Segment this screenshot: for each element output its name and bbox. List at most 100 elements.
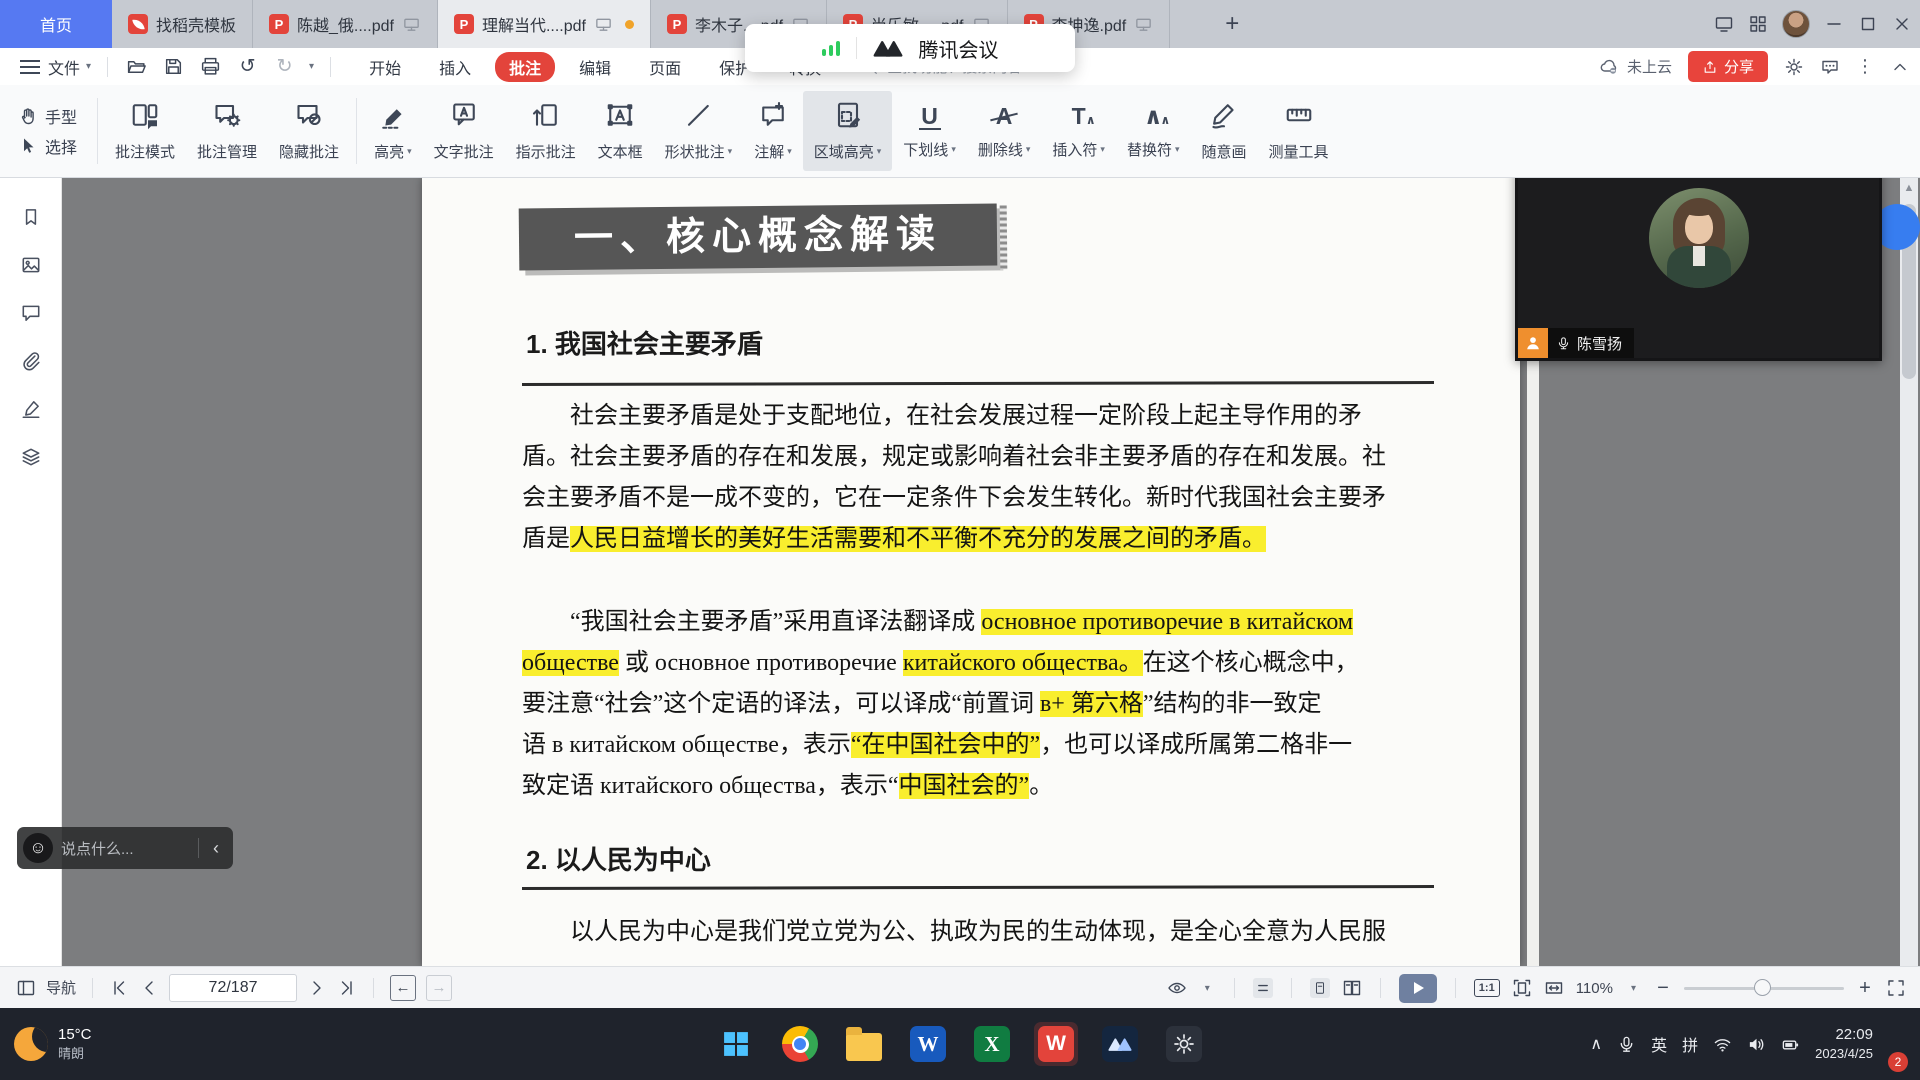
maximize-button[interactable] <box>1858 14 1878 34</box>
tool-hand[interactable]: 手型 <box>18 104 77 128</box>
tab-document[interactable]: P陈越_俄....pdf <box>253 0 438 48</box>
ribbon-item[interactable]: 文字批注 <box>423 91 505 171</box>
vertical-scrollbar[interactable]: ▲ <box>1900 178 1918 966</box>
two-page-icon[interactable] <box>1342 978 1362 998</box>
fit-page-icon[interactable] <box>1512 978 1532 998</box>
comment-icon[interactable] <box>20 302 42 324</box>
prev-page-icon[interactable] <box>139 978 159 998</box>
settings-app-icon[interactable] <box>1162 1022 1206 1066</box>
layers-icon[interactable] <box>20 446 42 468</box>
eye-protect-icon[interactable] <box>1167 978 1187 998</box>
ribbon-item[interactable]: 形状批注▾ <box>654 91 744 171</box>
actual-size-button[interactable]: 1:1 <box>1474 979 1500 997</box>
ribbon-item[interactable]: ∧∧替换符▾ <box>1116 91 1191 171</box>
menu-tab[interactable]: 编辑 <box>565 52 625 82</box>
ribbon-item[interactable]: 区域高亮▾ <box>803 91 893 171</box>
ime-english-indicator[interactable]: 英 <box>1651 1032 1667 1056</box>
collapse-chat-icon[interactable]: ‹ <box>199 838 233 859</box>
navigation-panel-icon[interactable] <box>16 978 36 998</box>
new-tab-button[interactable]: + <box>1212 0 1252 48</box>
clock[interactable]: 22:09 2023/4/25 <box>1815 1025 1873 1063</box>
navigation-label[interactable]: 导航 <box>46 977 76 998</box>
attachment-icon[interactable] <box>20 350 42 372</box>
feedback-bubble-icon[interactable] <box>1820 57 1840 77</box>
last-page-icon[interactable] <box>337 978 357 998</box>
fullscreen-icon[interactable] <box>1886 978 1906 998</box>
menu-tab[interactable]: 开始 <box>355 52 415 82</box>
spread-view-icon[interactable] <box>1253 978 1273 998</box>
save-icon[interactable] <box>163 56 184 77</box>
ribbon-item[interactable]: 隐藏批注 <box>268 91 350 171</box>
wps-icon[interactable]: W <box>1034 1022 1078 1066</box>
play-slideshow-button[interactable] <box>1399 974 1437 1003</box>
collapse-ribbon-icon[interactable] <box>1890 57 1910 77</box>
weather-widget[interactable]: 15°C 晴朗 <box>14 1008 92 1080</box>
ribbon-item[interactable]: A删除线▾ <box>967 91 1042 171</box>
zoom-slider[interactable] <box>1684 987 1844 990</box>
scroll-up-icon[interactable]: ▲ <box>1900 182 1918 194</box>
zoom-level[interactable]: 110% <box>1576 980 1613 997</box>
cloud-sync-status[interactable]: 未上云 <box>1597 56 1672 77</box>
image-icon[interactable] <box>20 254 42 276</box>
menu-tab[interactable]: 页面 <box>635 52 695 82</box>
redo-icon[interactable]: ↻ <box>274 56 295 77</box>
chrome-icon[interactable] <box>778 1022 822 1066</box>
more-options-icon[interactable]: ⋮ <box>1856 56 1874 77</box>
bookmark-icon[interactable] <box>20 206 42 228</box>
back-view-button[interactable]: ← <box>390 975 416 1001</box>
ribbon-item[interactable]: 随意画 <box>1190 91 1257 171</box>
ribbon-item[interactable]: 高亮▾ <box>363 91 423 171</box>
settings-gear-icon[interactable] <box>1784 57 1804 77</box>
chat-placeholder[interactable]: 说点什么... <box>61 838 198 859</box>
ribbon-item[interactable]: 测量工具 <box>1258 91 1340 171</box>
file-explorer-icon[interactable] <box>842 1022 886 1066</box>
hidden-icons-chevron[interactable]: ∧ <box>1590 1034 1602 1054</box>
menu-tab[interactable]: 批注 <box>495 52 555 82</box>
tab-document[interactable]: P理解当代....pdf <box>438 0 651 48</box>
tencent-meeting-icon[interactable] <box>1098 1022 1142 1066</box>
meeting-panel[interactable]: 正在讲话: 陈雪扬; 陈雪扬 <box>1515 178 1882 361</box>
ribbon-item[interactable]: T∧插入符▾ <box>1041 91 1116 171</box>
ribbon-item[interactable]: U下划线▾ <box>892 91 967 171</box>
cast-icon[interactable] <box>1714 14 1734 34</box>
undo-icon[interactable]: ↺ <box>237 56 258 77</box>
zoom-out-button[interactable]: − <box>1654 977 1672 1000</box>
ribbon-item[interactable]: 注解▾ <box>743 91 803 171</box>
signature-icon[interactable] <box>20 398 42 420</box>
main-menu-icon[interactable] <box>20 60 40 74</box>
ribbon-item[interactable]: 批注管理 <box>186 91 268 171</box>
volume-icon[interactable] <box>1747 1035 1766 1054</box>
word-icon[interactable]: W <box>906 1022 950 1066</box>
print-icon[interactable] <box>200 56 221 77</box>
user-avatar[interactable] <box>1782 10 1810 38</box>
zoom-in-button[interactable]: + <box>1856 977 1874 1000</box>
wifi-icon[interactable] <box>1713 1035 1732 1054</box>
ime-pinyin-indicator[interactable]: 拼 <box>1682 1032 1698 1056</box>
page-number-input[interactable]: 72/187 <box>169 974 297 1002</box>
file-menu[interactable]: 文件 <box>48 55 80 79</box>
forward-view-button[interactable]: → <box>426 975 452 1001</box>
microphone-tray-icon[interactable] <box>1617 1035 1636 1054</box>
share-button[interactable]: 分享 <box>1688 51 1768 82</box>
next-page-icon[interactable] <box>307 978 327 998</box>
meeting-floating-bar[interactable]: 腾讯会议 <box>745 24 1075 72</box>
menu-tab[interactable]: 插入 <box>425 52 485 82</box>
tool-cursor[interactable]: 选择 <box>18 134 77 158</box>
excel-icon[interactable]: X <box>970 1022 1014 1066</box>
minimize-button[interactable] <box>1824 14 1844 34</box>
ribbon-item[interactable]: 文本框 <box>587 91 654 171</box>
notification-badge[interactable]: 2 <box>1888 1052 1908 1072</box>
ribbon-item[interactable]: 指示批注 <box>505 91 587 171</box>
zoom-slider-knob[interactable] <box>1754 979 1771 996</box>
tab-home[interactable]: 首页 <box>0 0 112 48</box>
first-page-icon[interactable] <box>109 978 129 998</box>
meeting-chat-bar[interactable]: ☺ 说点什么... ‹ <box>17 827 233 869</box>
emoji-icon[interactable]: ☺ <box>23 833 53 863</box>
fit-width-icon[interactable] <box>1544 978 1564 998</box>
tab-docer[interactable]: 找稻壳模板 <box>112 0 253 48</box>
close-button[interactable] <box>1892 14 1912 34</box>
meeting-video-tile[interactable]: 陈雪扬 <box>1515 178 1882 361</box>
chevron-down-icon[interactable]: ▾ <box>309 61 314 72</box>
start-button[interactable] <box>714 1022 758 1066</box>
apps-grid-icon[interactable] <box>1748 14 1768 34</box>
